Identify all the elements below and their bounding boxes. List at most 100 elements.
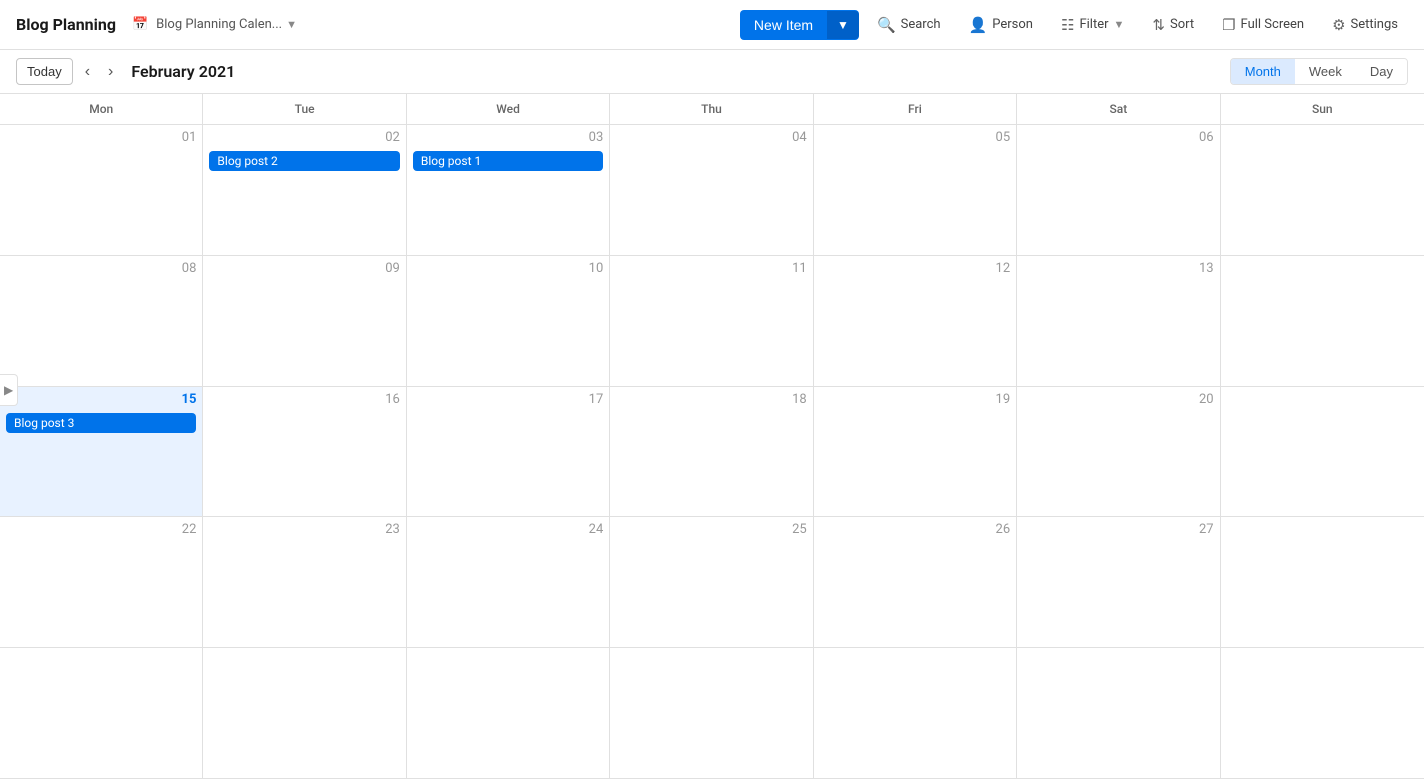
cal-cell-26[interactable]: 26 <box>814 517 1017 648</box>
new-item-dropdown-button[interactable]: ▼ <box>827 11 859 39</box>
prev-month-button[interactable]: ‹ <box>79 59 96 85</box>
today-button[interactable]: Today <box>16 58 73 85</box>
fullscreen-button[interactable]: ❐ Full Screen <box>1212 10 1314 40</box>
settings-icon: ⚙ <box>1332 16 1345 34</box>
cal-cell-empty-4-2[interactable] <box>407 648 610 779</box>
week-view-button[interactable]: Week <box>1295 59 1356 84</box>
settings-button[interactable]: ⚙ Settings <box>1322 10 1408 40</box>
person-label: Person <box>992 17 1033 32</box>
cal-date-05: 05 <box>820 129 1010 147</box>
cal-cell-17[interactable]: 17 <box>407 387 610 518</box>
new-item-button-group: New Item ▼ <box>740 10 859 40</box>
cal-cell-empty-4-5[interactable] <box>1017 648 1220 779</box>
cal-cell-empty-4-3[interactable] <box>610 648 813 779</box>
fullscreen-icon: ❐ <box>1222 16 1235 34</box>
cal-date-11: 11 <box>616 260 806 278</box>
toolbar: Today ‹ › February 2021 Month Week Day <box>0 50 1424 94</box>
cal-cell-empty-0-6[interactable] <box>1221 125 1424 256</box>
cal-cell-20[interactable]: 20 <box>1017 387 1220 518</box>
cal-date-04: 04 <box>616 129 806 147</box>
cal-cell-empty-4-0[interactable] <box>0 648 203 779</box>
chevron-down-icon: ▼ <box>286 18 297 31</box>
sidebar-toggle[interactable]: ▶ <box>0 374 18 406</box>
day-header-thu: Thu <box>610 94 813 124</box>
day-header-wed: Wed <box>407 94 610 124</box>
day-header-mon: Mon <box>0 94 203 124</box>
cal-date-06: 06 <box>1023 129 1213 147</box>
day-header-fri: Fri <box>814 94 1017 124</box>
cal-cell-09[interactable]: 09 <box>203 256 406 387</box>
calendar: Mon Tue Wed Thu Fri Sat Sun 01 02 Blog pos… <box>0 94 1424 779</box>
cal-cell-empty-1-6[interactable] <box>1221 256 1424 387</box>
cal-cell-12[interactable]: 12 <box>814 256 1017 387</box>
board-label: Blog Planning Calen... <box>156 17 282 32</box>
cal-cell-02[interactable]: 02 Blog post 2 <box>203 125 406 256</box>
day-header-sat: Sat <box>1017 94 1220 124</box>
cal-date-08: 08 <box>6 260 196 278</box>
calendar-grid: 01 02 Blog post 2 03Blog post 1 04 05 06 08 09 10… <box>0 125 1424 779</box>
cal-cell-13[interactable]: 13 <box>1017 256 1220 387</box>
cal-date-24: 24 <box>413 521 603 539</box>
calendar-day-headers: Mon Tue Wed Thu Fri Sat Sun <box>0 94 1424 125</box>
cal-cell-10[interactable]: 10 <box>407 256 610 387</box>
cal-cell-empty-4-6[interactable] <box>1221 648 1424 779</box>
search-icon: 🔍 <box>877 16 896 34</box>
cal-date-22: 22 <box>6 521 196 539</box>
board-selector[interactable]: 📅 Blog Planning Calen... ▼ <box>124 13 305 36</box>
cal-cell-24[interactable]: 24 <box>407 517 610 648</box>
current-month-label: February 2021 <box>131 62 235 81</box>
view-toggle: Month Week Day <box>1230 58 1408 85</box>
cal-date-15: 15 <box>6 391 196 409</box>
cal-cell-27[interactable]: 27 <box>1017 517 1220 648</box>
cal-date-19: 19 <box>820 391 1010 409</box>
fullscreen-label: Full Screen <box>1241 17 1305 32</box>
cal-cell-empty-4-1[interactable] <box>203 648 406 779</box>
day-header-tue: Tue <box>203 94 406 124</box>
settings-label: Settings <box>1351 17 1398 32</box>
filter-icon: ☷ <box>1061 16 1074 34</box>
cal-cell-empty-3-6[interactable] <box>1221 517 1424 648</box>
cal-date-02: 02 <box>209 129 399 147</box>
day-view-button[interactable]: Day <box>1356 59 1407 84</box>
person-button[interactable]: 👤 Person <box>959 10 1043 40</box>
filter-label: Filter <box>1079 17 1108 32</box>
cal-date-13: 13 <box>1023 260 1213 278</box>
cal-date-26: 26 <box>820 521 1010 539</box>
cal-event[interactable]: Blog post 3 <box>6 413 196 433</box>
sort-label: Sort <box>1170 17 1194 32</box>
cal-date-17: 17 <box>413 391 603 409</box>
cal-cell-08[interactable]: 08 <box>0 256 203 387</box>
cal-cell-01[interactable]: 01 <box>0 125 203 256</box>
calendar-icon: 📅 <box>132 17 148 32</box>
cal-cell-06[interactable]: 06 <box>1017 125 1220 256</box>
cal-date-12: 12 <box>820 260 1010 278</box>
cal-date-01: 01 <box>6 129 196 147</box>
filter-button[interactable]: ☷ Filter ▼ <box>1051 10 1134 40</box>
cal-cell-empty-2-6[interactable] <box>1221 387 1424 518</box>
app-title: Blog Planning <box>16 15 116 34</box>
search-button[interactable]: 🔍 Search <box>867 10 951 40</box>
cal-cell-23[interactable]: 23 <box>203 517 406 648</box>
person-icon: 👤 <box>969 16 988 34</box>
cal-cell-16[interactable]: 16 <box>203 387 406 518</box>
cal-cell-03[interactable]: 03Blog post 1 <box>407 125 610 256</box>
cal-date-23: 23 <box>209 521 399 539</box>
cal-cell-19[interactable]: 19 <box>814 387 1017 518</box>
cal-cell-15[interactable]: 15 Blog post 3 <box>0 387 203 518</box>
cal-cell-04[interactable]: 04 <box>610 125 813 256</box>
new-item-button[interactable]: New Item <box>740 10 827 40</box>
cal-event[interactable]: Blog post 1 <box>413 151 603 171</box>
cal-cell-11[interactable]: 11 <box>610 256 813 387</box>
next-month-button[interactable]: › <box>102 59 119 85</box>
month-view-button[interactable]: Month <box>1231 59 1295 84</box>
cal-cell-05[interactable]: 05 <box>814 125 1017 256</box>
cal-cell-18[interactable]: 18 <box>610 387 813 518</box>
sort-button[interactable]: ⇅ Sort <box>1142 10 1204 40</box>
cal-cell-22[interactable]: 22 <box>0 517 203 648</box>
cal-date-16: 16 <box>209 391 399 409</box>
cal-cell-empty-4-4[interactable] <box>814 648 1017 779</box>
cal-date-09: 09 <box>209 260 399 278</box>
cal-cell-25[interactable]: 25 <box>610 517 813 648</box>
cal-date-20: 20 <box>1023 391 1213 409</box>
cal-event[interactable]: Blog post 2 <box>209 151 399 171</box>
